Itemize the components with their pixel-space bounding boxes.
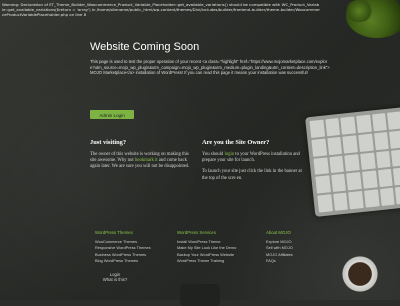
footer-link[interactable]: FAQs: [266, 258, 293, 264]
footer-about: About MOJO Explore MOJO Sell with MOJO M…: [266, 230, 293, 264]
footer-themes-heading: WordPress Themes: [95, 230, 133, 235]
owner-heading: Are you the Site Owner?: [202, 139, 270, 146]
footer-link[interactable]: Business WordPress Themes: [95, 252, 151, 258]
page-content: Warning: Declaration of ET_Theme_Builder…: [0, 0, 400, 300]
footer-link[interactable]: Blog WordPress Themes: [95, 258, 151, 264]
what-is-this-link[interactable]: What is this?: [0, 277, 230, 282]
php-warning-text: Warning: Declaration of ET_Theme_Builder…: [2, 2, 320, 17]
footer-link[interactable]: MOJO Affiliates: [266, 252, 293, 258]
footer-services: WordPress Services Install WordPress The…: [177, 230, 236, 264]
footer-themes: WordPress Themes WooCommerce Themes Resp…: [95, 230, 151, 264]
intro-text: This page is used to test the proper ope…: [90, 59, 330, 76]
footer-link[interactable]: Make My Site Look Like the Demo: [177, 245, 236, 251]
footer-link[interactable]: Sell with MOJO: [266, 245, 293, 251]
login-link[interactable]: login: [224, 152, 234, 157]
visiting-text: The owner of this website is working on …: [90, 152, 190, 171]
bookmark-link[interactable]: bookmark it: [135, 158, 158, 163]
owner-launch-text: To launch your site just click the link …: [202, 169, 302, 181]
footer-about-heading: About MOJO: [266, 230, 291, 235]
bottom-links: Login What is this?: [0, 272, 230, 283]
footer-link[interactable]: Backup Your WordPress Website: [177, 252, 236, 258]
footer-link[interactable]: WordPress Theme Training: [177, 258, 236, 264]
visiting-heading: Just visiting?: [90, 139, 127, 146]
admin-login-button[interactable]: Admin Login: [90, 110, 134, 119]
owner-text-start: You should: [202, 152, 225, 157]
page-title: Website Coming Soon: [90, 41, 200, 53]
owner-text: You should login to your WordPress insta…: [202, 152, 302, 182]
footer-link[interactable]: Responsive WordPress Themes: [95, 245, 151, 251]
footer-services-heading: WordPress Services: [177, 230, 216, 235]
